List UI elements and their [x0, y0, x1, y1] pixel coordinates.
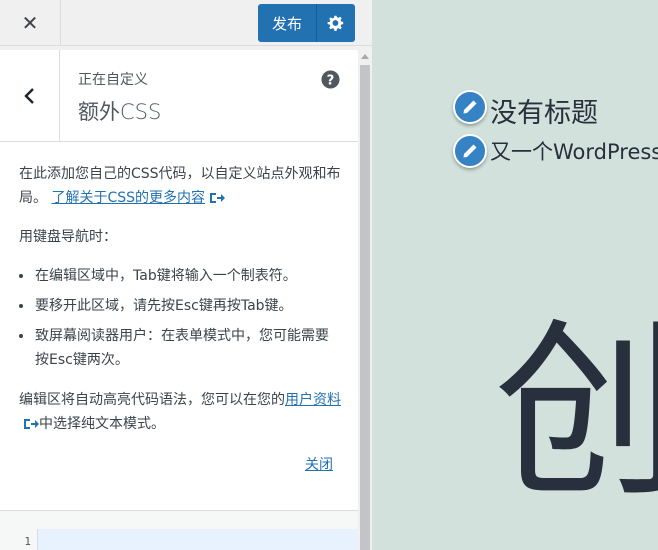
back-button[interactable]	[0, 50, 60, 142]
extra-css-panel: 正在自定义 额外CSS ? 在此添加您自己的CSS代码，以自定义站点外观和布局。…	[0, 50, 358, 550]
customizer-sidebar: ✕ 发布 正在自定义 额外CSS ? 在此添加您自己的CSS代码，以自定义站点外…	[0, 0, 372, 550]
pencil-icon	[463, 100, 477, 114]
chevron-left-icon	[23, 88, 34, 104]
close-customizer-button[interactable]: ✕	[0, 0, 61, 46]
page-heading: 创	[494, 302, 658, 523]
list-item: 致屏幕阅读器用户：在表单模式中，您可能需要按Esc键两次。	[19, 324, 339, 372]
scroll-thumb[interactable]	[360, 65, 370, 550]
close-description-link[interactable]: 关闭	[305, 454, 333, 474]
help-icon[interactable]: ?	[321, 70, 340, 89]
section-header: 正在自定义 额外CSS ?	[0, 50, 358, 142]
list-item: 要移开此区域，请先按Esc键再按Tab键。	[19, 294, 339, 318]
section-title: 额外CSS	[78, 100, 162, 124]
list-item: 在编辑区域中，Tab键将输入一个制表符。	[19, 264, 339, 288]
site-description: 又一个WordPress站点	[490, 140, 658, 164]
publish-settings-button[interactable]	[317, 4, 355, 42]
code-line-active[interactable]	[38, 529, 358, 550]
publish-button[interactable]: 发布	[258, 4, 317, 42]
pencil-icon	[463, 144, 477, 158]
publish-group: 发布	[258, 4, 355, 42]
keyboard-nav-title: 用键盘导航时：	[19, 229, 117, 245]
highlight-text-after: 中选择纯文本模式。	[39, 416, 165, 432]
close-icon: ✕	[21, 11, 39, 35]
external-link-icon	[24, 419, 39, 429]
keyboard-tips-list: 在编辑区域中，Tab键将输入一个制表符。 要移开此区域，请先按Esc键再按Tab…	[19, 264, 339, 378]
user-profile-link[interactable]: 用户资料	[285, 392, 341, 408]
learn-more-link[interactable]: 了解关于CSS的更多内容	[51, 190, 205, 206]
site-preview: 没有标题 又一个WordPress站点 创	[372, 0, 658, 550]
section-description: 在此添加您自己的CSS代码，以自定义站点外观和布局。 了解关于CSS的更多内容	[19, 162, 341, 210]
edit-site-description-button[interactable]	[453, 134, 487, 168]
line-number: 1	[0, 529, 38, 550]
site-title: 没有标题	[490, 98, 598, 129]
customizer-header: ✕ 发布	[0, 0, 372, 46]
gear-icon	[327, 15, 344, 31]
syntax-highlight-note: 编辑区将自动高亮代码语法，您可以在您的用户资料中选择纯文本模式。	[19, 388, 341, 436]
css-code-editor[interactable]: 1	[0, 510, 358, 550]
svg-text:?: ?	[327, 73, 335, 88]
scroll-up-arrow[interactable]	[361, 54, 369, 59]
customizing-label: 正在自定义	[78, 72, 148, 88]
sidebar-scrollbar[interactable]	[358, 50, 372, 550]
edit-site-title-button[interactable]	[453, 90, 487, 124]
external-link-icon	[210, 193, 226, 203]
highlight-text-before: 编辑区将自动高亮代码语法，您可以在您的	[19, 392, 285, 408]
